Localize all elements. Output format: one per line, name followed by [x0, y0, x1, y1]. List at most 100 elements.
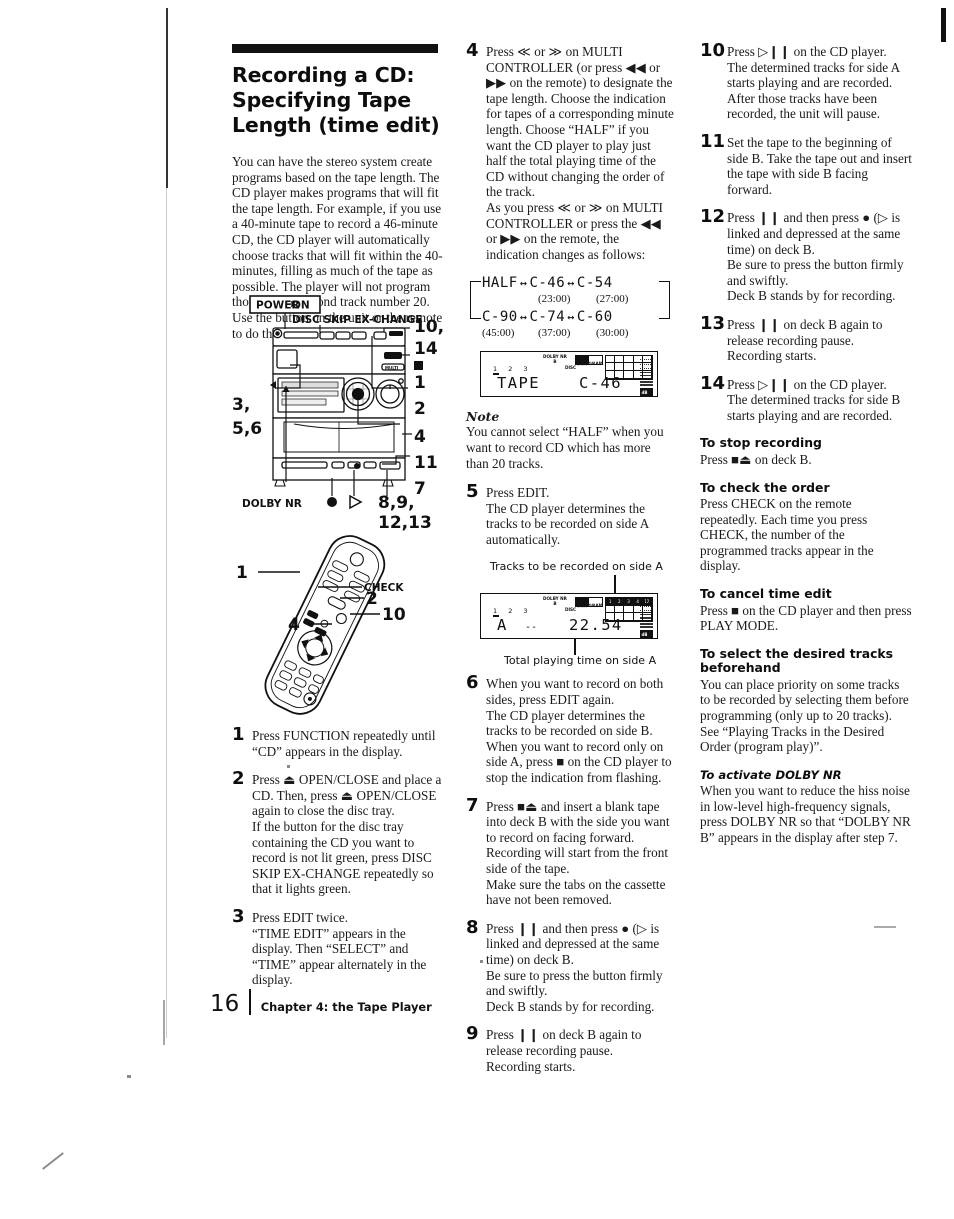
section-text-dolby-nr: When you want to reduce the hiss noise i… [700, 783, 911, 845]
step-text: Press EDIT. The CD player determines the… [486, 485, 649, 547]
scan-speck [874, 926, 896, 928]
callout-4: 4 [414, 427, 426, 447]
flow-time-c46: (23:00) [538, 293, 571, 306]
step-9: 9 Press ❙❙ on deck B again to release re… [466, 1025, 674, 1074]
column-two: 4 Press ≪ or ≫ on MULTI CONTROLLER (or p… [466, 42, 674, 1087]
flow-item-c74: C-74 [529, 309, 566, 326]
step-3: 3 Press EDIT twice. “TIME EDIT” appears … [232, 905, 446, 988]
step-text: Press FUNCTION repeatedly until “CD” app… [252, 728, 436, 759]
step-number: 12 [700, 206, 726, 228]
lcd-main-segment: TAPE [497, 374, 540, 393]
callout-14: 14 [414, 339, 438, 359]
lcd-dolby-indicator: DOLBY NR B [543, 596, 567, 607]
step-number: 6 [466, 672, 479, 694]
flow-item-half: HALF [482, 275, 518, 292]
step-number: 5 [466, 481, 479, 503]
lcd-level-meter: dB [640, 355, 653, 397]
flow-item-c54: C-54 [576, 275, 613, 292]
step-8: 8 Press ❙❙ and then press ● (▷ is linked… [466, 916, 674, 1015]
step-number: 14 [700, 372, 726, 394]
callout-7: 7 [414, 479, 426, 499]
lcd-display-tape: 1 2 3 TAPE C-46 DOLBY NR B DISC PROGRAM … [480, 351, 658, 398]
step-12: 12 Press ❙❙ and then press ● (▷ is linke… [700, 206, 912, 304]
remote-control-diagram: 1 CHECK 2 10 4 [232, 532, 447, 732]
step-5: 5 Press EDIT. The CD player determines t… [466, 481, 674, 547]
callout-1: 1 [414, 373, 426, 393]
flow-item-c46: C-46 [529, 275, 566, 292]
section-heading-select-tracks: To select the desired tracks beforehand [700, 645, 894, 676]
flow-arrow-icon: ↔ [519, 310, 528, 325]
flow-arrow-icon: ↔ [519, 276, 528, 291]
step-text: Press ❙❙ on deck B again to release reco… [727, 316, 883, 364]
step-text: When you want to record on both sides, p… [486, 676, 672, 786]
lcd-track-numbers: 1 2 3 [493, 365, 533, 374]
flow-item-c90: C-90 [482, 309, 518, 326]
scan-speck [42, 1152, 64, 1170]
remote-callout-10: 10 [382, 605, 406, 625]
step-text: Press ■⏏ and insert a blank tape into de… [486, 798, 670, 908]
remote-callout-1: 1 [236, 563, 248, 583]
column-three: 10 Press ▷❙❙ on the CD player. The deter… [700, 40, 912, 846]
step-number: 7 [466, 794, 479, 816]
step-text: Press EDIT twice. “TIME EDIT” appears in… [252, 909, 427, 988]
step-text: Press ❙❙ and then press ● (▷ is linked a… [727, 210, 904, 304]
step-10: 10 Press ▷❙❙ on the CD player. The deter… [700, 40, 912, 122]
svg-text:ON: ON [292, 300, 310, 312]
callout-3: 3, [232, 395, 250, 415]
footer-divider [249, 989, 251, 1015]
step-number: 10 [700, 40, 726, 61]
flow-item-c60: C-60 [576, 309, 613, 326]
lcd-disc-indicator: DISC [565, 607, 577, 613]
step-text: Press ❙❙ and then press ● (▷ is linked a… [486, 920, 663, 1014]
section-text-cancel-time-edit: Press ■ on the CD player and then press … [700, 602, 912, 634]
scan-artifact-left-line [166, 188, 167, 1038]
scan-speck [127, 1075, 131, 1078]
step-13: 13 Press ❙❙ on deck B again to release r… [700, 312, 912, 364]
section-heading-cancel-time-edit: To cancel time edit [700, 586, 832, 602]
step-text: Press ≪ or ≫ on MULTI CONTROLLER (or pre… [486, 44, 674, 262]
lcd-display-sidea-group: Tracks to be recorded on side A 1 2 3 A … [466, 560, 674, 668]
callout-2: 2 [414, 399, 426, 419]
step-text: Press ▷❙❙ on the CD player. The determin… [727, 376, 901, 423]
flow-bracket-right [659, 281, 670, 320]
section-text-check-order: Press CHECK on the remote repeatedly. Ea… [700, 496, 874, 574]
lcd-mode-box [575, 596, 603, 607]
lcd-track-numbers: 1 2 3 [493, 607, 533, 616]
step-number: 11 [700, 130, 726, 152]
title-rule [232, 44, 438, 53]
lcd-caption-total-time: Total playing time on side A [504, 654, 657, 668]
callout-8-9: 8,9, [378, 493, 415, 513]
section-heading-dolby-nr: To activate DOLBY NR [700, 767, 842, 782]
step-number: 3 [232, 905, 245, 927]
lcd-caption-tracks: Tracks to be recorded on side A [490, 560, 663, 574]
lcd-dashes: -- [525, 622, 538, 634]
section-heading-stop-recording: To stop recording [700, 435, 822, 451]
lcd-disc-indicator: DISC [565, 365, 577, 371]
stereo-unit-diagram: POWER ON DISC SKIP EX-CHANGE MULTI 3, 5,… [232, 292, 447, 532]
step-text: Press ▷❙❙ on the CD player. The determin… [727, 44, 900, 122]
svg-text:MULTI: MULTI [385, 366, 399, 371]
callout-12-13: 12,13 [378, 513, 432, 532]
step-number: 1 [232, 724, 245, 745]
lcd-level-meter: dB [640, 597, 653, 639]
caption-leader-line [614, 575, 616, 594]
scan-artifact-left-bar [166, 8, 168, 188]
tape-length-flow-diagram: HALF ↔ C-46 ↔ C-54 (23:00) (27:00) C-90 … [470, 275, 670, 340]
step-14: 14 Press ▷❙❙ on the CD player. The deter… [700, 372, 912, 424]
flow-time-c60: (30:00) [596, 327, 629, 340]
flow-arrow-icon: ↔ [567, 310, 575, 325]
dolby-nr-label: DOLBY NR [242, 498, 302, 510]
disc-skip-exchange-label: DISC SKIP EX-CHANGE [292, 314, 422, 326]
step-number: 8 [466, 916, 479, 938]
step-2: 2 Press ⏏ OPEN/CLOSE and place a CD. The… [232, 768, 446, 897]
step-text: Set the tape to the beginning of side B.… [727, 134, 912, 197]
remote-callout-4: 4 [288, 615, 300, 635]
page-number: 16 [210, 991, 240, 1017]
step-number: 2 [232, 768, 245, 790]
lcd-mode-box [575, 354, 603, 365]
step-number: 13 [700, 312, 726, 334]
callout-11: 11 [414, 453, 438, 473]
remote-callout-2: 2 [366, 589, 378, 609]
step-text: Press ⏏ OPEN/CLOSE and place a CD. Then,… [252, 772, 442, 897]
callout-5-6: 5,6 [232, 419, 262, 439]
